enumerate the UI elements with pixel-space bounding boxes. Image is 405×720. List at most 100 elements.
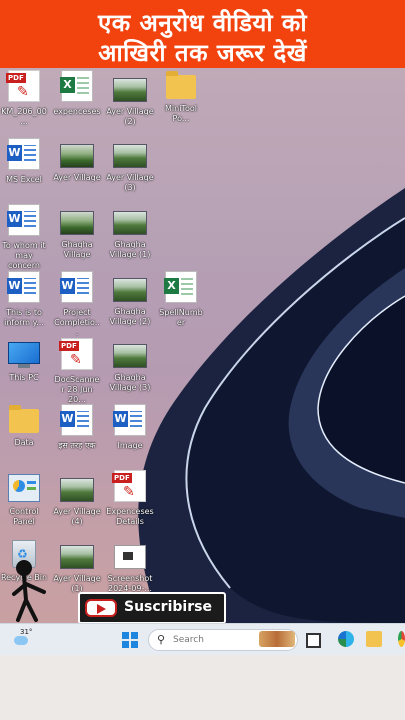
desktop[interactable]: PDF ✎ KM_206_00... W MS Excel W To whom i… xyxy=(0,68,405,623)
desktop-icon-label: To whom it may concern xyxy=(2,241,46,270)
video-icon xyxy=(60,211,94,235)
taskbar-search[interactable]: ⚲ xyxy=(148,629,298,651)
image-icon xyxy=(60,478,94,502)
word-icon: W xyxy=(7,138,40,170)
edge-browser-icon[interactable] xyxy=(338,631,354,647)
pdf-icon: PDF ✎ xyxy=(6,70,40,102)
start-button[interactable] xyxy=(122,632,138,648)
desktop-icon-ghagha-village-1[interactable]: Ghagha Village (1) xyxy=(106,207,154,260)
word-icon: W xyxy=(60,404,93,436)
desktop-icon-spellnumber[interactable]: X SpellNumber xyxy=(157,271,205,328)
desktop-icon-is-tarah-ek[interactable]: W इस तरह एक xyxy=(53,404,101,451)
search-input[interactable] xyxy=(171,632,255,648)
desktop-icon-expenceses-details[interactable]: PDF ✎ Expenceses Details xyxy=(106,470,154,527)
subscribe-sticker[interactable]: Suscribirse xyxy=(78,592,226,624)
desktop-icon-label: Ayer Village (3) xyxy=(106,173,154,192)
banner-line-2: आखिरी तक जरूर देखें xyxy=(98,39,307,67)
start-logo-tile xyxy=(122,632,129,639)
image-icon xyxy=(113,344,147,368)
desktop-icon-project-completion[interactable]: W Project Completio... xyxy=(53,271,101,338)
word-icon: W xyxy=(113,404,146,436)
desktop-icon-data-folder[interactable]: Data xyxy=(0,405,48,448)
desktop-icon-label: Ayer Village (2) xyxy=(106,107,154,126)
desktop-icon-label: This PC xyxy=(9,373,39,382)
desktop-icon-label: Control Panel xyxy=(9,507,39,526)
desktop-icon-label: इस तरह एक xyxy=(58,441,96,450)
promo-banner: एक अनुरोध वीडियो को आखिरी तक जरूर देखें xyxy=(0,0,405,68)
desktop-icon-this-is-to-inform[interactable]: W This is to inform y... xyxy=(0,271,48,328)
chrome-icon[interactable] xyxy=(398,631,405,647)
pdf-icon: PDF ✎ xyxy=(112,470,146,502)
desktop-icon-km-pdf[interactable]: PDF ✎ KM_206_00... xyxy=(0,70,48,127)
desktop-icon-ayer-village-3[interactable]: Ayer Village (3) xyxy=(106,140,154,193)
desktop-icon-label: Ayer Village (1) xyxy=(53,574,101,593)
desktop-icon-expenceses-xlsx[interactable]: X expenceses xyxy=(53,70,101,117)
desktop-icon-label: DocScanner 28 Jun 20... xyxy=(54,375,100,404)
excel-icon: X xyxy=(164,271,197,303)
word-icon: W xyxy=(60,271,93,303)
image-icon xyxy=(113,278,147,302)
desktop-icon-docscanner[interactable]: PDF ✎ DocScanner 28 Jun 20... xyxy=(53,338,101,405)
weather-widget[interactable]: 31° xyxy=(10,628,34,650)
desktop-icon-label: This is to inform y... xyxy=(4,308,44,327)
start-logo-tile xyxy=(131,632,138,639)
desktop-icon-label: Project Completio... xyxy=(54,308,100,337)
desktop-icon-label: Ghagha Village (3) xyxy=(109,373,151,392)
word-icon: W xyxy=(7,271,40,303)
desktop-icon-label: Ayer Village xyxy=(53,173,101,182)
desktop-icon-this-pc[interactable]: This PC xyxy=(0,338,48,383)
desktop-icon-label: MS Excel xyxy=(6,175,42,184)
desktop-icon-minitool[interactable]: MiniTool Po... xyxy=(157,71,205,124)
desktop-icon-ghagha-village-3[interactable]: Ghagha Village (3) xyxy=(106,340,154,393)
search-highlight-icon xyxy=(259,631,295,647)
desktop-icon-ms-excel[interactable]: W MS Excel xyxy=(0,138,48,185)
desktop-icon-label: Ayer Village (4) xyxy=(53,507,101,526)
desktop-icon-label: Ghagha Village (2) xyxy=(109,307,151,326)
weather-temp: 31° xyxy=(20,628,33,636)
desktop-icon-label: SpellNumber xyxy=(159,308,203,327)
screenshot-icon xyxy=(114,545,146,569)
image-icon xyxy=(113,211,147,235)
desktop-icon-ghagha-village-2[interactable]: Ghagha Village (2) xyxy=(106,274,154,327)
banner-line-1: एक अनुरोध वीडियो को xyxy=(97,9,308,37)
image-icon xyxy=(113,78,147,102)
folder-icon xyxy=(166,71,196,99)
word-icon: W xyxy=(7,204,40,236)
monitor-stand xyxy=(18,364,30,368)
desktop-icon-label: Screenshot 2024-09-... xyxy=(107,574,153,593)
desktop-icon-ayer-village-1[interactable]: Ayer Village (1) xyxy=(53,541,101,594)
file-explorer-icon[interactable] xyxy=(366,631,382,647)
bottom-blank-area xyxy=(0,655,405,720)
desktop-icon-ayer-village-4[interactable]: Ayer Village (4) xyxy=(53,474,101,527)
control-panel-icon xyxy=(8,474,40,502)
desktop-icon-control-panel[interactable]: Control Panel xyxy=(0,472,48,527)
desktop-icon-ghagha-village-video[interactable]: Ghagha Village xyxy=(53,207,101,260)
start-logo-tile xyxy=(131,641,138,648)
desktop-icon-image-doc[interactable]: W Image xyxy=(106,404,154,451)
image-icon xyxy=(113,144,147,168)
stick-figure-sticker xyxy=(12,560,46,622)
weather-cloud-icon xyxy=(14,636,28,645)
desktop-icon-label: Data xyxy=(14,438,34,447)
desktop-icon-label: Image xyxy=(117,441,143,450)
desktop-icon-label: KM_206_00... xyxy=(1,107,47,126)
desktop-icon-label: Expenceses Details xyxy=(106,507,154,526)
monitor-icon xyxy=(8,342,40,364)
pdf-icon: PDF ✎ xyxy=(59,338,93,370)
image-icon xyxy=(60,545,94,569)
excel-icon: X xyxy=(60,70,93,102)
video-icon xyxy=(60,144,94,168)
desktop-icon-label: Ghagha Village (1) xyxy=(109,240,151,259)
youtube-play-icon xyxy=(85,599,117,617)
search-icon: ⚲ xyxy=(157,633,166,646)
folder-icon xyxy=(9,405,39,433)
desktop-icon-ayer-village-2[interactable]: Ayer Village (2) xyxy=(106,74,154,127)
desktop-icon-label: expenceses xyxy=(53,107,101,116)
desktop-icon-to-whom[interactable]: W To whom it may concern xyxy=(0,204,48,271)
taskbar: 31° ⚲ xyxy=(0,623,405,655)
task-view-icon[interactable] xyxy=(306,633,321,648)
subscribe-label: Suscribirse xyxy=(124,599,212,615)
desktop-icon-screenshot[interactable]: Screenshot 2024-09-... xyxy=(106,541,154,594)
desktop-icon-ayer-village-video[interactable]: Ayer Village xyxy=(53,140,101,183)
start-logo-tile xyxy=(122,641,129,648)
